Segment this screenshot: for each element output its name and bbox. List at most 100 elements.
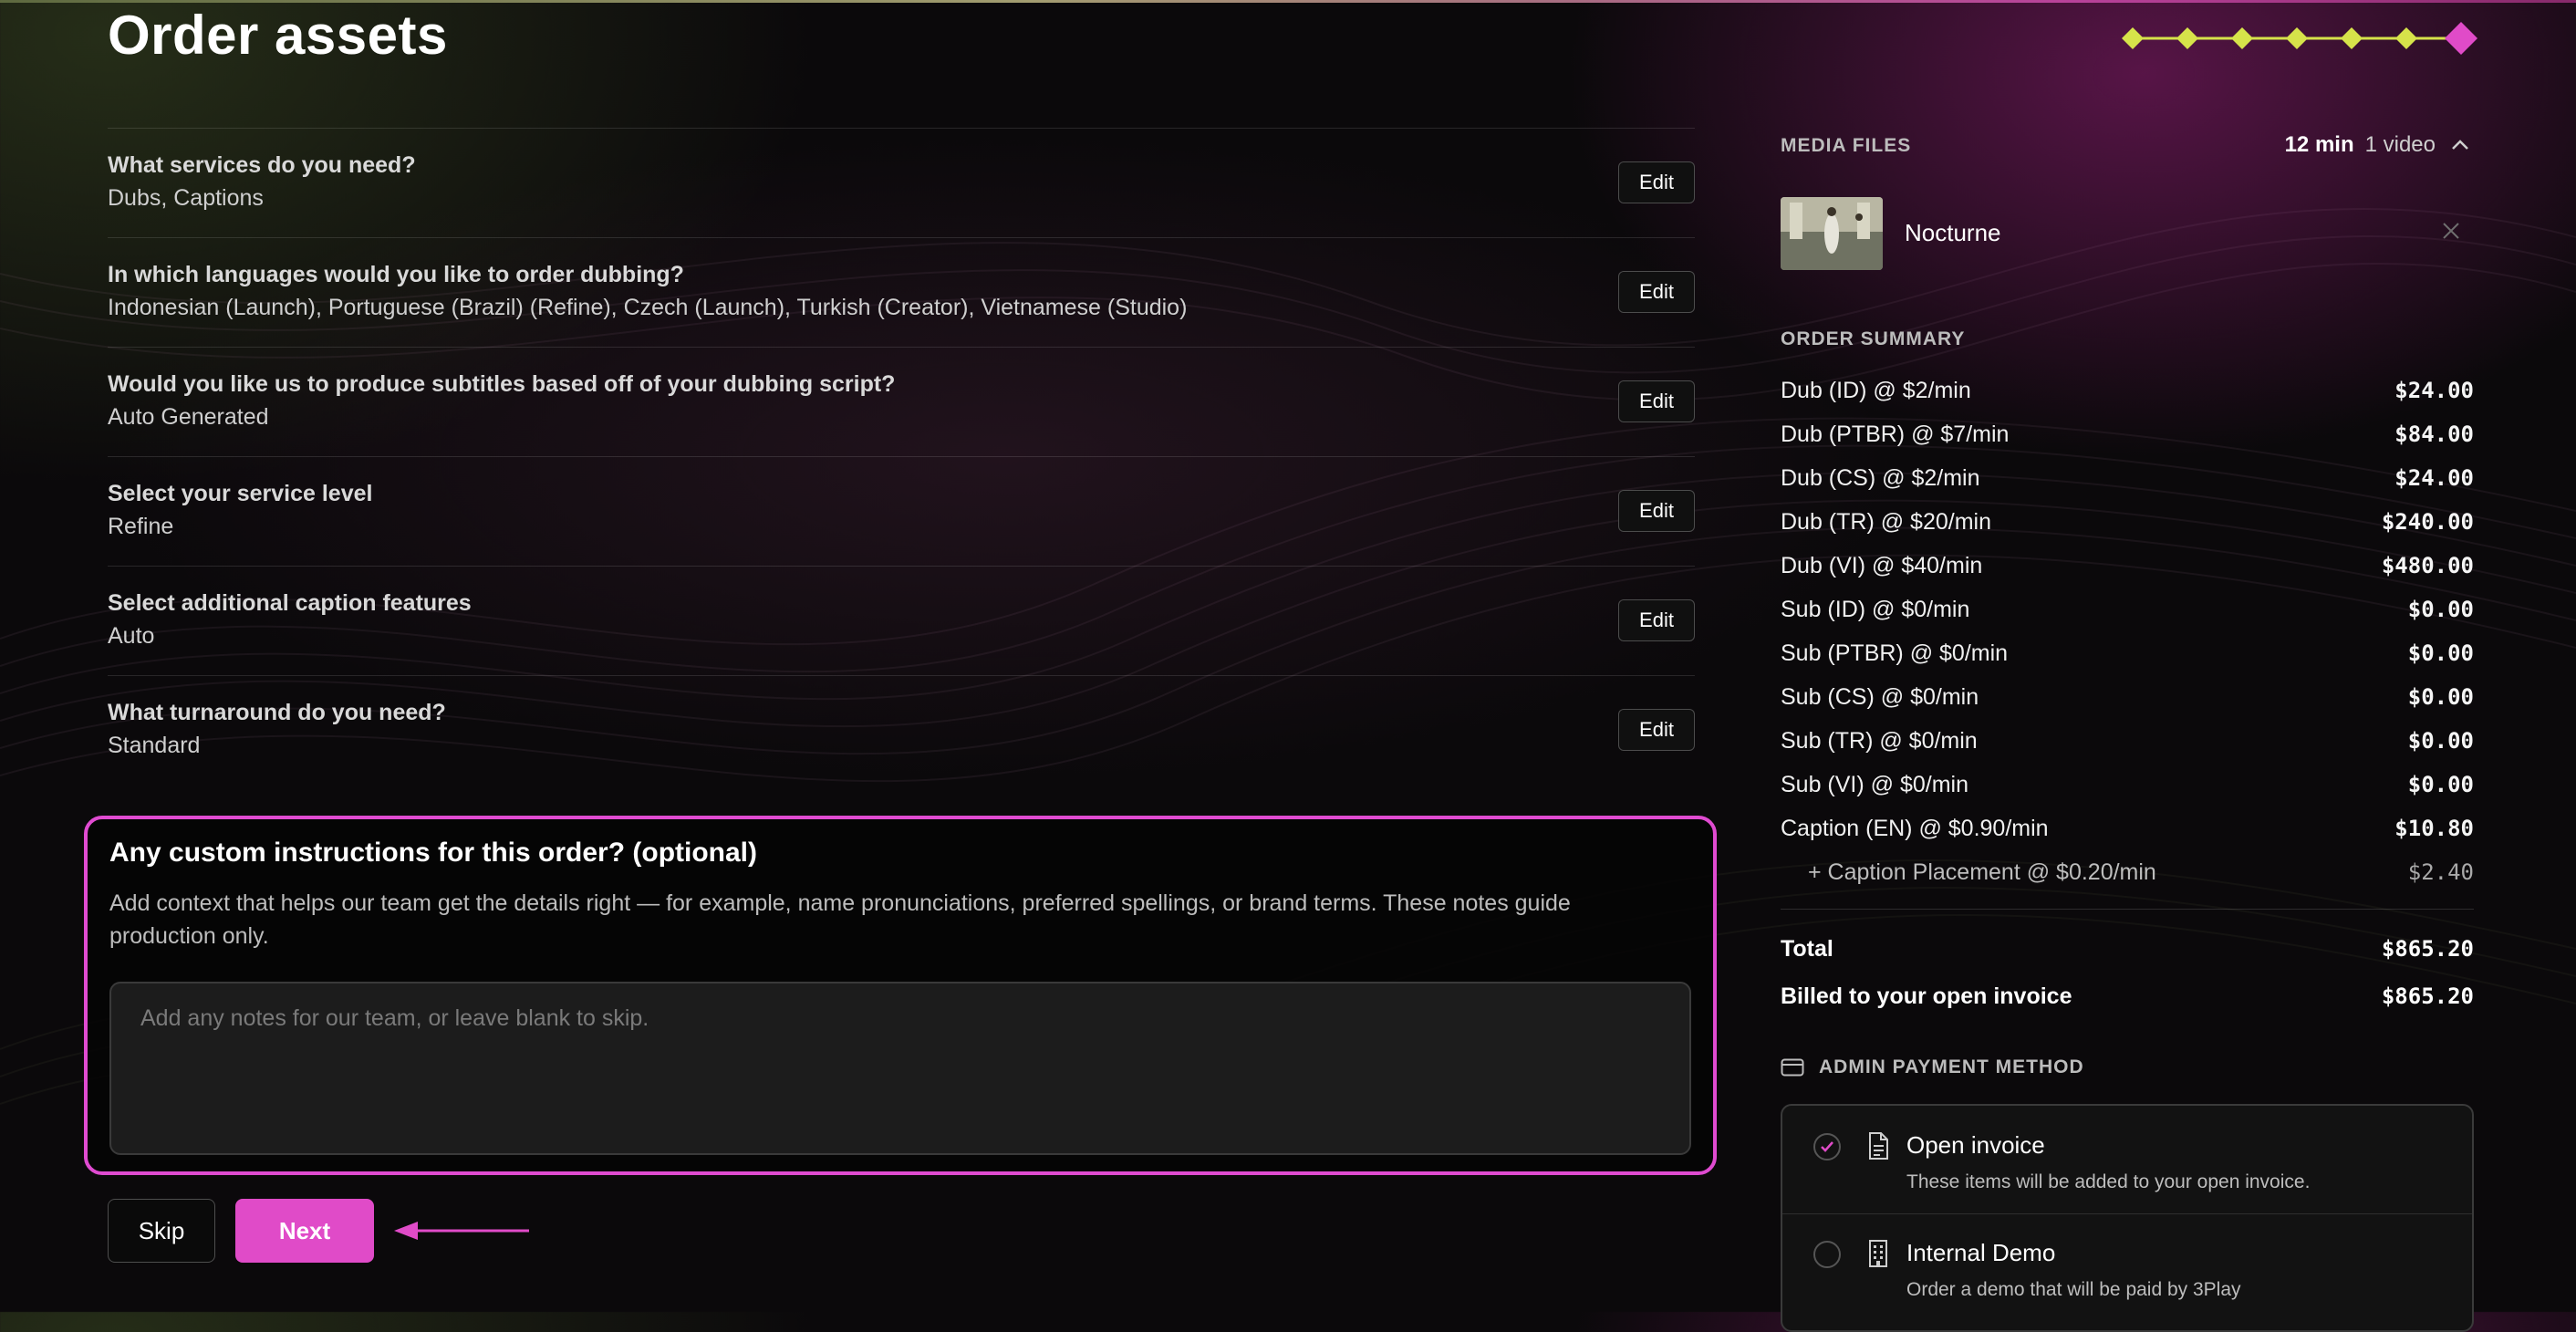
question-label: In which languages would you like to ord… [108, 262, 684, 287]
total-row: Total $865.20 [1781, 936, 2474, 963]
total-label: Total [1781, 936, 1833, 962]
payment-option-internal-demo[interactable]: Internal Demo Order a demo that will be … [1782, 1213, 2472, 1319]
summary-line-label: Sub (TR) @ $0/min [1781, 728, 1978, 754]
edit-button[interactable]: Edit [1618, 380, 1695, 422]
summary-line-label: Sub (PTBR) @ $0/min [1781, 640, 2009, 666]
credit-card-icon [1781, 1057, 1804, 1077]
media-file-name: Nocturne [1905, 219, 2001, 246]
payment-option-description: Order a demo that will be paid by 3Play [1906, 1279, 2241, 1300]
summary-line-label: Dub (TR) @ $20/min [1781, 509, 1991, 535]
summary-divider [1781, 909, 2474, 910]
summary-line: Sub (VI) @ $0/min $0.00 [1781, 765, 2474, 808]
custom-instructions-input[interactable] [109, 982, 1691, 1155]
media-files-label: MEDIA FILES [1781, 135, 1912, 156]
summary-line: Sub (PTBR) @ $0/min $0.00 [1781, 633, 2474, 677]
summary-line-label: Dub (CS) @ $2/min [1781, 465, 1980, 491]
chevron-up-icon[interactable] [2446, 131, 2474, 159]
question-list: What services do you need? Dubs, Captions… [108, 128, 1695, 785]
radio-checked[interactable] [1813, 1133, 1841, 1160]
edit-button[interactable]: Edit [1618, 490, 1695, 532]
billed-label: Billed to your open invoice [1781, 983, 2072, 1009]
question-row: In which languages would you like to ord… [108, 237, 1695, 347]
question-label: Select your service level [108, 481, 373, 506]
summary-line: Sub (ID) @ $0/min $0.00 [1781, 589, 2474, 633]
page-title: Order assets [108, 5, 448, 66]
question-answer: Auto Generated [108, 404, 269, 430]
question-answer: Refine [108, 514, 174, 539]
arrow-left-icon [394, 1222, 529, 1240]
edit-button[interactable]: Edit [1618, 709, 1695, 751]
question-row: Select your service level Refine Edit [108, 456, 1695, 566]
question-answer: Indonesian (Launch), Portuguese (Brazil)… [108, 295, 1188, 320]
summary-line-amount: $0.00 [2407, 640, 2474, 666]
next-button[interactable]: Next [235, 1199, 374, 1263]
summary-line: Dub (TR) @ $20/min $240.00 [1781, 502, 2474, 546]
question-label: What turnaround do you need? [108, 700, 446, 725]
summary-line-amount: $240.00 [2381, 509, 2474, 535]
skip-button[interactable]: Skip [108, 1199, 215, 1263]
payment-method-label: ADMIN PAYMENT METHOD [1819, 1056, 2084, 1077]
question-answer: Auto [108, 623, 155, 649]
edit-button[interactable]: Edit [1618, 271, 1695, 313]
question-answer: Standard [108, 733, 201, 758]
payment-option-title: Open invoice [1906, 1131, 2045, 1159]
summary-line-amount: $0.00 [2407, 597, 2474, 622]
summary-line-amount: $0.00 [2407, 728, 2474, 754]
question-label: Select additional caption features [108, 590, 472, 616]
summary-line-amount: $24.00 [2394, 378, 2474, 403]
payment-option-open-invoice[interactable]: Open invoice These items will be added t… [1782, 1106, 2472, 1212]
summary-line-label: Dub (PTBR) @ $7/min [1781, 421, 2010, 447]
summary-line-amount: $84.00 [2394, 421, 2474, 447]
summary-line-amount: $2.40 [2407, 859, 2474, 885]
summary-line: Sub (TR) @ $0/min $0.00 [1781, 721, 2474, 765]
media-thumbnail [1781, 197, 1883, 270]
question-row: Select additional caption features Auto Ed… [108, 566, 1695, 675]
document-icon [1869, 1132, 1888, 1160]
question-answer: Dubs, Captions [108, 185, 264, 211]
summary-line-amount: $24.00 [2394, 465, 2474, 491]
question-label: Would you like us to produce subtitles b… [108, 371, 896, 397]
media-count: 1 video [2364, 132, 2436, 157]
summary-line: + Caption Placement @ $0.20/min $2.40 [1781, 852, 2474, 896]
question-row: What turnaround do you need? Standard Edit [108, 675, 1695, 785]
edit-button[interactable]: Edit [1618, 599, 1695, 641]
summary-line: Dub (VI) @ $40/min $480.00 [1781, 546, 2474, 589]
summary-line: Dub (CS) @ $2/min $24.00 [1781, 458, 2474, 502]
payment-method-header: ADMIN PAYMENT METHOD [1781, 1056, 2084, 1078]
media-files-meta: 12 min 1 video [2285, 131, 2474, 159]
summary-line: Sub (CS) @ $0/min $0.00 [1781, 677, 2474, 721]
payment-method-card: Open invoice These items will be added t… [1781, 1104, 2474, 1332]
billed-row: Billed to your open invoice $865.20 [1781, 983, 2474, 1010]
order-summary-lines: Dub (ID) @ $2/min $24.00 Dub (PTBR) @ $7/m… [1781, 370, 2474, 896]
summary-line-amount: $0.00 [2407, 684, 2474, 710]
summary-line-amount: $10.80 [2394, 816, 2474, 841]
payment-option-title: Internal Demo [1906, 1239, 2056, 1266]
summary-line-label: Caption (EN) @ $0.90/min [1781, 816, 2049, 841]
summary-line: Dub (PTBR) @ $7/min $84.00 [1781, 414, 2474, 458]
custom-instructions-description: Add context that helps our team get the … [109, 890, 1571, 949]
radio-unchecked[interactable] [1813, 1241, 1841, 1268]
order-summary-label: ORDER SUMMARY [1781, 328, 1966, 349]
edit-button[interactable]: Edit [1618, 161, 1695, 203]
total-amount: $865.20 [2381, 936, 2474, 962]
close-icon[interactable] [2437, 219, 2465, 246]
summary-line: Dub (ID) @ $2/min $24.00 [1781, 370, 2474, 414]
summary-line-label: Sub (ID) @ $0/min [1781, 597, 1970, 622]
media-duration: 12 min [2284, 132, 2354, 157]
custom-instructions-title: Any custom instructions for this order? … [109, 838, 758, 868]
summary-line-label: Sub (CS) @ $0/min [1781, 684, 1979, 710]
building-icon [1869, 1240, 1887, 1267]
payment-option-description: These items will be added to your open i… [1906, 1171, 2311, 1192]
question-label: What services do you need? [108, 152, 416, 178]
summary-line-amount: $0.00 [2407, 772, 2474, 797]
question-row: Would you like us to produce subtitles b… [108, 347, 1695, 456]
summary-line-label: Dub (VI) @ $40/min [1781, 553, 1983, 578]
billed-amount: $865.20 [2381, 983, 2474, 1009]
summary-line-label: + Caption Placement @ $0.20/min [1808, 859, 2156, 885]
summary-line-amount: $480.00 [2381, 553, 2474, 578]
summary-line-label: Sub (VI) @ $0/min [1781, 772, 1969, 797]
summary-line-label: Dub (ID) @ $2/min [1781, 378, 1971, 403]
custom-instructions-panel: Any custom instructions for this order? … [84, 816, 1717, 1175]
summary-line: Caption (EN) @ $0.90/min $10.80 [1781, 808, 2474, 852]
question-row: What services do you need? Dubs, Captions… [108, 128, 1695, 237]
